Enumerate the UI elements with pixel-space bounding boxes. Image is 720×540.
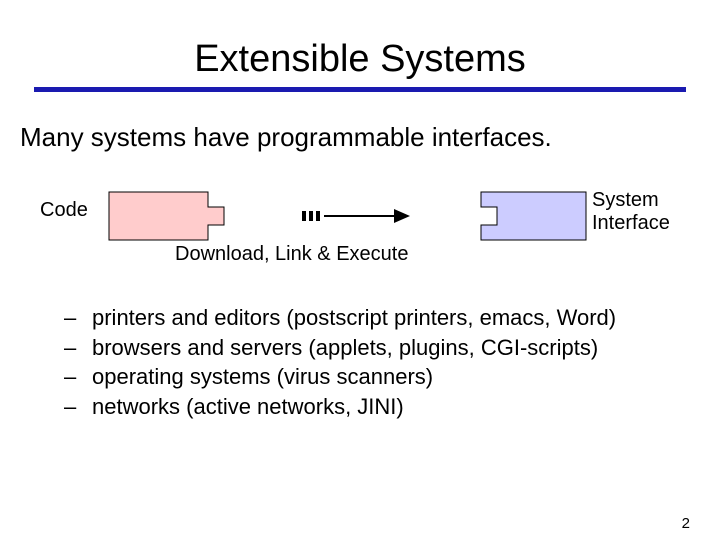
diagram-caption: Download, Link & Execute xyxy=(175,243,408,266)
bullet-text: networks (active networks, JINI) xyxy=(92,392,404,422)
arrow-icon xyxy=(302,205,412,227)
bullet-text: browsers and servers (applets, plugins, … xyxy=(92,333,598,363)
page-number: 2 xyxy=(682,515,690,532)
title-underline xyxy=(34,87,686,92)
bullet-list: – printers and editors (postscript print… xyxy=(64,303,720,422)
system-label-line1: System xyxy=(592,189,659,211)
slide-title: Extensible Systems xyxy=(0,38,720,81)
bullet-text: operating systems (virus scanners) xyxy=(92,362,433,392)
dash-icon: – xyxy=(64,303,92,333)
code-puzzle-icon xyxy=(108,191,228,241)
dash-icon: – xyxy=(64,333,92,363)
list-item: – printers and editors (postscript print… xyxy=(64,303,720,333)
list-item: – networks (active networks, JINI) xyxy=(64,392,720,422)
system-label: System Interface xyxy=(592,189,670,235)
dash-icon: – xyxy=(64,362,92,392)
code-label: Code xyxy=(40,199,88,222)
system-puzzle-icon xyxy=(480,191,590,241)
list-item: – browsers and servers (applets, plugins… xyxy=(64,333,720,363)
slide: Extensible Systems Many systems have pro… xyxy=(0,38,720,540)
body-text: Many systems have programmable interface… xyxy=(20,122,700,153)
bullet-text: printers and editors (postscript printer… xyxy=(92,303,616,333)
system-label-line2: Interface xyxy=(592,212,670,234)
list-item: – operating systems (virus scanners) xyxy=(64,362,720,392)
dash-icon: – xyxy=(64,392,92,422)
diagram: Code Download, Link & Execute System Int… xyxy=(0,187,720,277)
